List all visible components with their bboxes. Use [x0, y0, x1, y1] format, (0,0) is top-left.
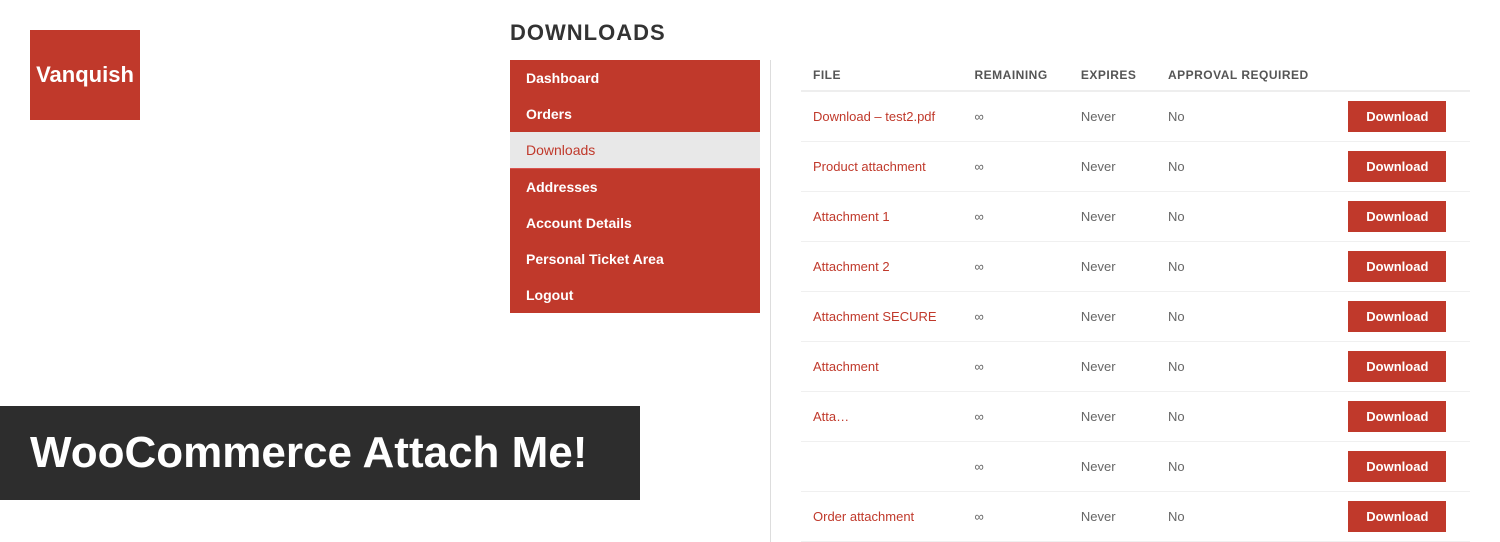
download-button[interactable]: Download [1348, 351, 1446, 382]
table-row: Atta…∞NeverNo Download [801, 392, 1470, 442]
download-button[interactable]: Download [1348, 201, 1446, 232]
content-area: DashboardOrdersDownloadsAddressesAccount… [510, 60, 1470, 542]
cell-remaining: ∞ [963, 242, 1069, 292]
table-row: ∞NeverNo Download [801, 442, 1470, 492]
table-row: Product attachment∞NeverNo Download [801, 142, 1470, 192]
cell-expires: Never [1069, 142, 1156, 192]
cell-expires: Never [1069, 442, 1156, 492]
col-header- [1336, 60, 1470, 91]
download-button[interactable]: Download [1348, 501, 1446, 532]
cell-file: Atta… [801, 392, 963, 442]
cell-file: Order attachment [801, 492, 963, 542]
cell-action: Download [1336, 392, 1470, 442]
cell-file: Attachment 1 [801, 192, 963, 242]
table-row: Attachment 2∞NeverNo Download [801, 242, 1470, 292]
download-button[interactable]: Download [1348, 151, 1446, 182]
cell-remaining: ∞ [963, 142, 1069, 192]
col-header-approval-required: APPROVAL REQUIRED [1156, 60, 1336, 91]
cell-expires: Never [1069, 192, 1156, 242]
cell-remaining: ∞ [963, 342, 1069, 392]
table-row: Download – test2.pdf∞NeverNo Download [801, 91, 1470, 142]
cell-approval: No [1156, 292, 1336, 342]
cell-file: Download – test2.pdf [801, 91, 963, 142]
cell-approval: No [1156, 242, 1336, 292]
cell-expires: Never [1069, 242, 1156, 292]
cell-approval: No [1156, 492, 1336, 542]
cell-approval: No [1156, 91, 1336, 142]
download-button[interactable]: Download [1348, 251, 1446, 282]
cell-approval: No [1156, 442, 1336, 492]
cell-remaining: ∞ [963, 91, 1069, 142]
cell-approval: No [1156, 392, 1336, 442]
cell-remaining: ∞ [963, 292, 1069, 342]
cell-file [801, 442, 963, 492]
cell-action: Download [1336, 142, 1470, 192]
banner-text: WooCommerce Attach Me! [30, 428, 587, 477]
cell-action: Download [1336, 292, 1470, 342]
cell-remaining: ∞ [963, 492, 1069, 542]
cell-action: Download [1336, 192, 1470, 242]
cell-approval: No [1156, 342, 1336, 392]
page-title: DOWNLOADS [510, 20, 1470, 46]
cell-file: Attachment 2 [801, 242, 963, 292]
cell-action: Download [1336, 342, 1470, 392]
cell-action: Download [1336, 442, 1470, 492]
bottom-banner: WooCommerce Attach Me! [0, 406, 640, 500]
downloads-table: FILEREMAININGEXPIRESAPPROVAL REQUIRED Do… [801, 60, 1470, 542]
download-button[interactable]: Download [1348, 301, 1446, 332]
cell-action: Download [1336, 492, 1470, 542]
cell-expires: Never [1069, 91, 1156, 142]
logo: Vanquish [30, 30, 140, 120]
sidebar-item-logout[interactable]: Logout [510, 277, 760, 313]
table-row: Attachment 1∞NeverNo Download [801, 192, 1470, 242]
cell-expires: Never [1069, 292, 1156, 342]
cell-remaining: ∞ [963, 192, 1069, 242]
sidebar-item-personal-ticket-area[interactable]: Personal Ticket Area [510, 241, 760, 277]
download-button[interactable]: Download [1348, 451, 1446, 482]
logo-text: Vanquish [36, 62, 134, 88]
table-area: FILEREMAININGEXPIRESAPPROVAL REQUIRED Do… [770, 60, 1470, 542]
cell-action: Download [1336, 242, 1470, 292]
sidebar-item-orders[interactable]: Orders [510, 96, 760, 132]
cell-file: Attachment SECURE [801, 292, 963, 342]
cell-approval: No [1156, 192, 1336, 242]
col-header-file: FILE [801, 60, 963, 91]
col-header-expires: EXPIRES [1069, 60, 1156, 91]
cell-approval: No [1156, 142, 1336, 192]
cell-expires: Never [1069, 392, 1156, 442]
col-header-remaining: REMAINING [963, 60, 1069, 91]
table-row: Order attachment∞NeverNo Download [801, 492, 1470, 542]
cell-file: Product attachment [801, 142, 963, 192]
table-row: Attachment SECURE∞NeverNo Download [801, 292, 1470, 342]
cell-action: Download [1336, 91, 1470, 142]
cell-file: Attachment [801, 342, 963, 392]
download-button[interactable]: Download [1348, 101, 1446, 132]
sidebar-item-account-details[interactable]: Account Details [510, 205, 760, 241]
cell-remaining: ∞ [963, 392, 1069, 442]
cell-expires: Never [1069, 492, 1156, 542]
table-header-row: FILEREMAININGEXPIRESAPPROVAL REQUIRED [801, 60, 1470, 91]
table-body: Download – test2.pdf∞NeverNoDownloadProd… [801, 91, 1470, 542]
cell-expires: Never [1069, 342, 1156, 392]
sidebar-item-dashboard[interactable]: Dashboard [510, 60, 760, 96]
sidebar-item-addresses[interactable]: Addresses [510, 168, 760, 205]
cell-remaining: ∞ [963, 442, 1069, 492]
sidebar-item-downloads[interactable]: Downloads [510, 132, 760, 168]
download-button[interactable]: Download [1348, 401, 1446, 432]
table-row: Attachment∞NeverNo Download [801, 342, 1470, 392]
